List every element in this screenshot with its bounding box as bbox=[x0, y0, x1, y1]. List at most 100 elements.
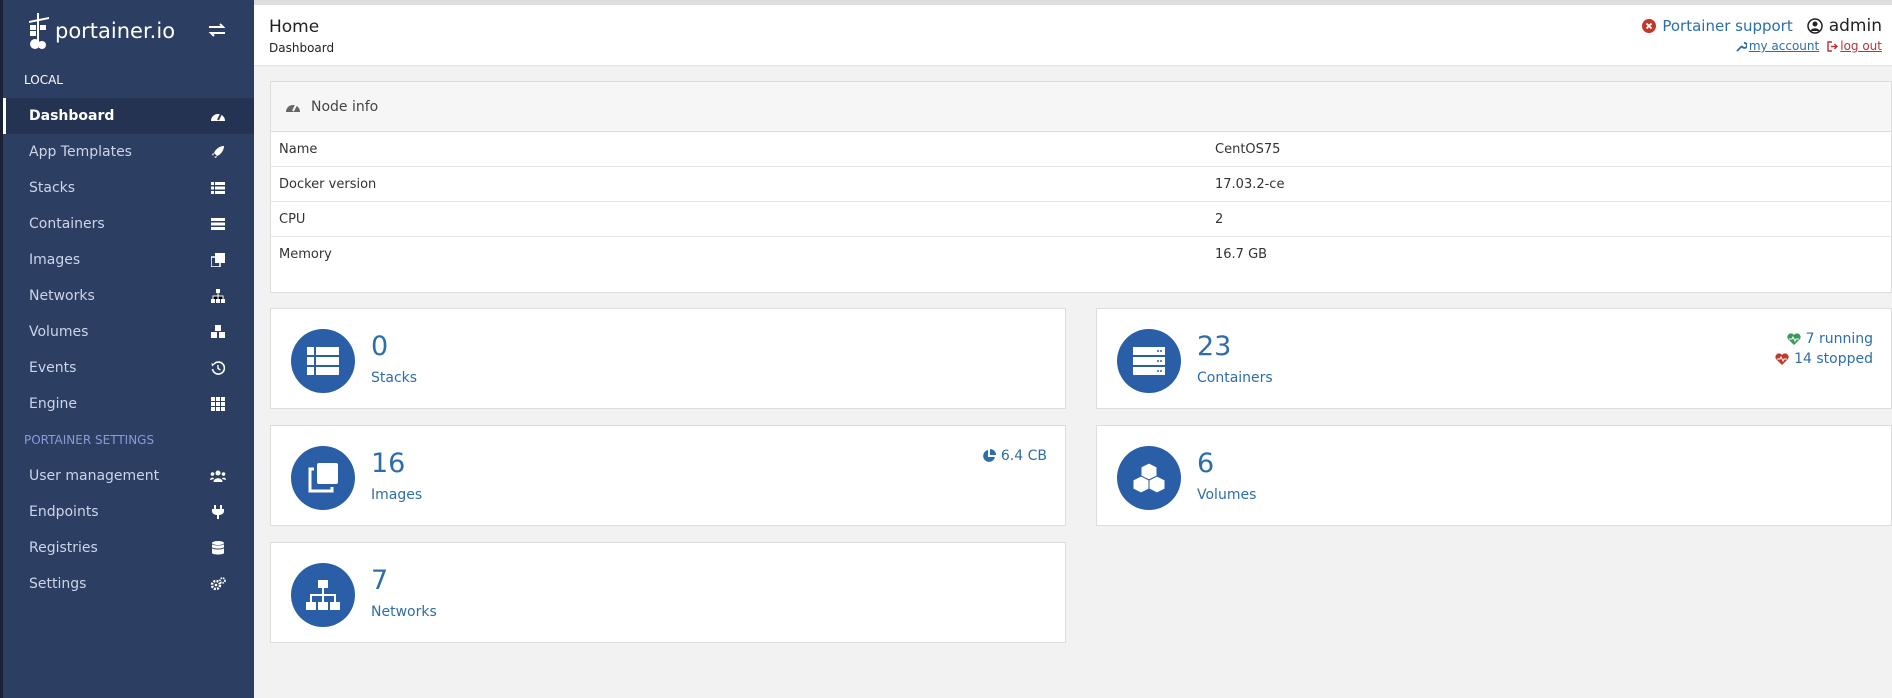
sidebar-item-dashboard[interactable]: Dashboard bbox=[3, 98, 254, 134]
sidebar-item-label: App Templates bbox=[29, 144, 132, 160]
sidebar-item-label: Engine bbox=[29, 396, 77, 412]
sidebar-item-label: Volumes bbox=[29, 324, 89, 340]
sidebar-item-label: Settings bbox=[29, 576, 87, 592]
running-count: 7 running bbox=[1805, 331, 1873, 347]
support-label: Portainer support bbox=[1662, 17, 1793, 35]
table-row: CPU 2 bbox=[271, 202, 1891, 237]
sitemap-icon bbox=[291, 563, 355, 627]
sidebar-item-settings[interactable]: Settings bbox=[3, 566, 254, 602]
containers-count: 23 bbox=[1197, 331, 1232, 362]
list-icon bbox=[291, 329, 355, 393]
sidebar-item-user-management[interactable]: User management bbox=[3, 458, 254, 494]
tachometer-icon bbox=[210, 108, 226, 124]
row-key: CPU bbox=[279, 211, 306, 227]
sidebar-item-networks[interactable]: Networks bbox=[3, 278, 254, 314]
stacks-card[interactable]: 0 Stacks bbox=[270, 308, 1066, 409]
sidebar-item-label: Registries bbox=[29, 540, 98, 556]
row-value: 16.7 GB bbox=[1215, 247, 1268, 262]
log-out-label: log out bbox=[1840, 39, 1882, 53]
cogs-icon bbox=[210, 576, 226, 592]
cubes-icon bbox=[1117, 446, 1181, 510]
my-account-link[interactable]: my account bbox=[1736, 39, 1819, 53]
my-account-label: my account bbox=[1748, 39, 1820, 53]
images-label: Images bbox=[371, 487, 423, 503]
rocket-icon bbox=[210, 144, 226, 160]
node-info-title: Node info bbox=[311, 98, 379, 115]
tachometer-icon bbox=[286, 104, 300, 112]
images-size-value: 6.4 CB bbox=[1000, 448, 1047, 464]
table-row: Memory 16.7 GB bbox=[271, 237, 1891, 272]
brand: portainer.io bbox=[3, 0, 254, 62]
row-value: CentOS75 bbox=[1215, 141, 1281, 157]
row-value: 17.03.2-ce bbox=[1215, 176, 1285, 192]
header-user-area: Portainer support admin my account log o… bbox=[1642, 16, 1882, 53]
sidebar-item-label: Dashboard bbox=[29, 108, 115, 124]
stacks-count: 0 bbox=[371, 331, 389, 362]
row-key: Name bbox=[279, 141, 318, 157]
grid-icon bbox=[210, 396, 226, 412]
containers-label: Containers bbox=[1197, 370, 1273, 386]
sidebar-item-label: User management bbox=[29, 468, 160, 484]
server-icon bbox=[210, 216, 226, 232]
log-out-link[interactable]: log out bbox=[1827, 39, 1882, 53]
containers-card[interactable]: 23 Containers 7 running 14 stopped bbox=[1096, 308, 1892, 409]
sidebar-item-stacks[interactable]: Stacks bbox=[3, 170, 254, 206]
table-row: Docker version 17.03.2-ce bbox=[271, 167, 1891, 202]
networks-card[interactable]: 7 Networks bbox=[270, 542, 1066, 643]
sidebar: portainer.io LOCAL Dashboard App Templat… bbox=[0, 0, 254, 698]
sidebar-item-registries[interactable]: Registries bbox=[3, 530, 254, 566]
list-icon bbox=[210, 180, 226, 196]
user-menu[interactable]: admin bbox=[1806, 16, 1882, 36]
sidebar-item-label: Stacks bbox=[29, 180, 76, 196]
wrench-icon bbox=[1736, 41, 1747, 52]
row-key: Memory bbox=[279, 247, 332, 262]
history-icon bbox=[210, 360, 226, 376]
sidebar-item-engine[interactable]: Engine bbox=[3, 386, 254, 422]
containers-status: 7 running 14 stopped bbox=[1775, 329, 1873, 369]
sidebar-item-containers[interactable]: Containers bbox=[3, 206, 254, 242]
sign-out-icon bbox=[1827, 40, 1839, 52]
portainer-logo-icon bbox=[29, 13, 49, 49]
stacks-label: Stacks bbox=[371, 370, 418, 386]
sidebar-item-images[interactable]: Images bbox=[3, 242, 254, 278]
sidebar-item-label: Events bbox=[29, 360, 77, 376]
sidebar-item-endpoints[interactable]: Endpoints bbox=[3, 494, 254, 530]
volumes-label: Volumes bbox=[1197, 487, 1257, 503]
section-portainer-settings: PORTAINER SETTINGS bbox=[24, 433, 155, 447]
sidebar-item-label: Containers bbox=[29, 216, 105, 232]
sidebar-item-volumes[interactable]: Volumes bbox=[3, 314, 254, 350]
sitemap-icon bbox=[210, 288, 226, 304]
sidebar-item-app-templates[interactable]: App Templates bbox=[3, 134, 254, 170]
volumes-card[interactable]: 6 Volumes bbox=[1096, 425, 1892, 526]
images-card[interactable]: 16 Images 6.4 CB bbox=[270, 425, 1066, 526]
user-circle-icon bbox=[1806, 18, 1823, 34]
row-value: 2 bbox=[1215, 211, 1224, 227]
volumes-count: 6 bbox=[1197, 448, 1215, 479]
section-local: LOCAL bbox=[24, 73, 63, 87]
users-icon bbox=[210, 468, 226, 484]
clone-icon bbox=[210, 252, 226, 268]
sidebar-item-label: Images bbox=[29, 252, 81, 268]
networks-label: Networks bbox=[371, 604, 437, 620]
sidebar-item-label: Endpoints bbox=[29, 504, 99, 520]
portainer-support-link[interactable]: Portainer support bbox=[1642, 17, 1793, 35]
plug-icon bbox=[210, 504, 226, 520]
cubes-icon bbox=[210, 324, 226, 340]
username: admin bbox=[1828, 16, 1882, 36]
breadcrumb: Dashboard bbox=[269, 41, 335, 55]
images-count: 16 bbox=[371, 448, 406, 479]
server-icon bbox=[1117, 329, 1181, 393]
images-size: 6.4 CB bbox=[982, 446, 1047, 466]
toggle-sidebar-icon[interactable] bbox=[208, 22, 226, 42]
sidebar-item-events[interactable]: Events bbox=[3, 350, 254, 386]
brand-logo[interactable]: portainer.io bbox=[27, 11, 175, 51]
times-circle-icon bbox=[1642, 19, 1657, 33]
node-info-panel: Node info Name CentOS75 Docker version 1… bbox=[270, 81, 1892, 293]
table-row: Name CentOS75 bbox=[271, 132, 1891, 167]
networks-count: 7 bbox=[371, 565, 389, 596]
page-title: Home bbox=[269, 17, 320, 37]
page-header: Home Dashboard Portainer support admin m… bbox=[254, 0, 1892, 66]
database-icon bbox=[210, 540, 226, 556]
stopped-count: 14 stopped bbox=[1794, 351, 1873, 367]
clone-icon bbox=[291, 446, 355, 510]
